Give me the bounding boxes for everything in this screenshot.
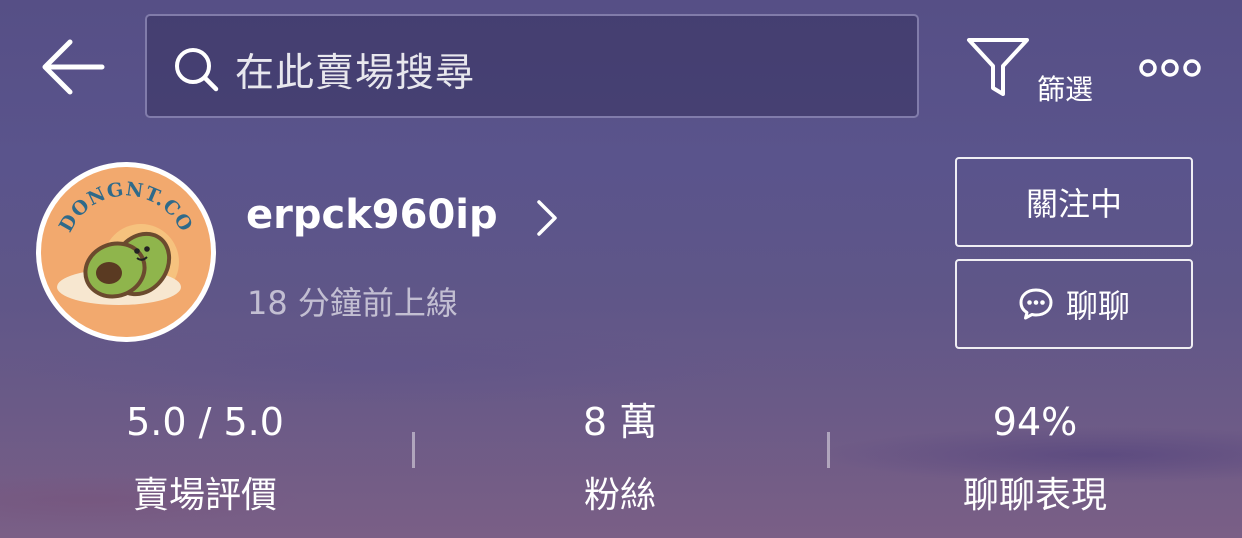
- chat-bubble-icon: [1019, 288, 1053, 320]
- divider: [412, 432, 415, 468]
- search-icon: [175, 48, 219, 92]
- search-placeholder: 在此賣場搜尋: [235, 51, 476, 96]
- shop-username[interactable]: erpck960ip: [246, 192, 498, 238]
- stat-rating[interactable]: 5.0 / 5.0 賣場評價: [55, 398, 355, 518]
- filter-button[interactable]: 篩選: [965, 36, 1099, 106]
- stat-chat-performance[interactable]: 94% 聊聊表現: [885, 398, 1185, 518]
- filter-label: 篩選: [1037, 73, 1094, 106]
- stat-followers-label: 粉絲: [583, 475, 656, 516]
- arrow-left-icon: [42, 39, 105, 95]
- chat-label: 聊聊: [1065, 287, 1130, 325]
- back-button[interactable]: [40, 36, 106, 98]
- stat-rating-value: 5.0 / 5.0: [126, 400, 284, 444]
- stat-chat-performance-label: 聊聊表現: [962, 475, 1107, 516]
- following-label: 關注中: [1025, 185, 1122, 223]
- filter-icon: [967, 38, 1029, 96]
- stat-followers[interactable]: 8 萬 粉絲: [470, 398, 770, 518]
- online-status: 18 分鐘前上線: [247, 284, 458, 322]
- stat-followers-value: 8 萬: [582, 400, 658, 444]
- divider: [827, 432, 830, 468]
- search-input[interactable]: 在此賣場搜尋: [145, 14, 919, 118]
- shop-logo: DONGNT.CO: [41, 167, 211, 337]
- more-button[interactable]: [1138, 56, 1202, 80]
- following-button[interactable]: 關注中: [955, 157, 1193, 247]
- stat-rating-label: 賣場評價: [132, 475, 277, 516]
- avatar[interactable]: DONGNT.CO: [36, 162, 216, 342]
- chevron-right-icon[interactable]: [535, 198, 559, 238]
- more-dots-icon: [1139, 59, 1201, 77]
- chat-button[interactable]: 聊聊: [955, 259, 1193, 349]
- stat-chat-performance-value: 94%: [992, 400, 1078, 444]
